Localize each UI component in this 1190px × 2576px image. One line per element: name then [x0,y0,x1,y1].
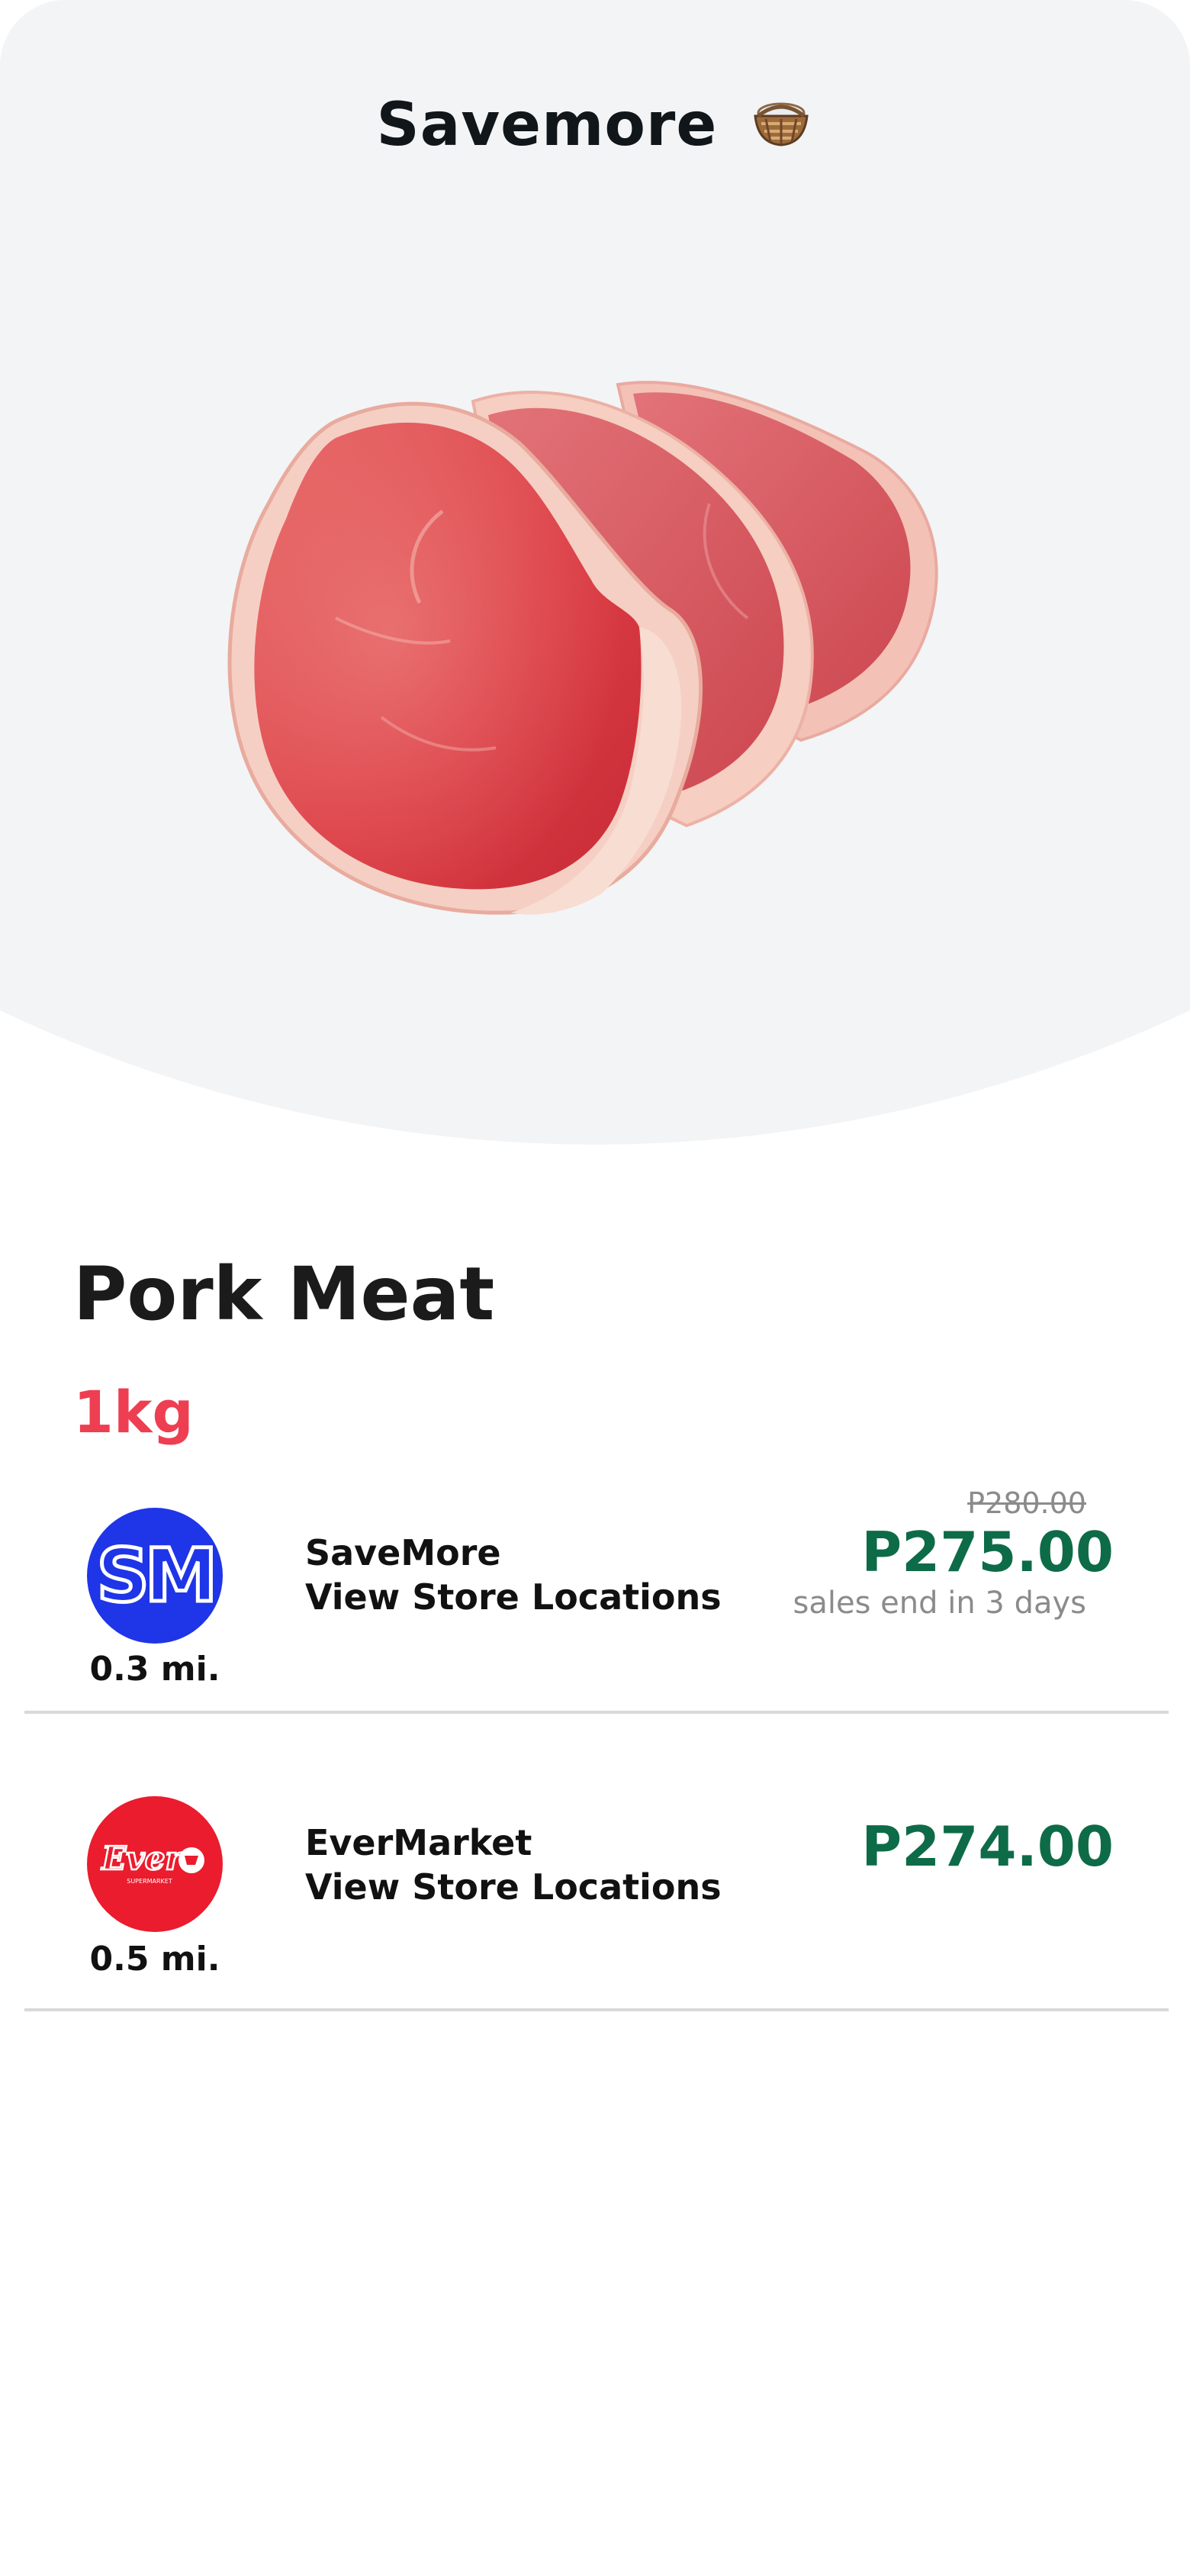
view-store-locations-link[interactable]: View Store Locations [305,1575,722,1619]
product-name: Pork Meat [73,1251,495,1337]
sm-logo-text: SM [97,1533,214,1618]
store-name: EverMarket [305,1822,532,1863]
store-distance: 0.3 mi. [89,1650,220,1689]
basket-icon [749,90,813,166]
store-price: P274.00 [861,1814,1114,1879]
ever-logo: Ever SUPERMARKET [87,1796,223,1932]
store-info: EverMarket View Store Locations [305,1821,722,1909]
store-price: P275.00 [861,1520,1114,1584]
sale-end-note: sales end in 3 days [793,1586,1086,1621]
store-row-savemore[interactable]: SM 0.3 mi. SaveMore View Store Locations… [24,1471,1169,1714]
pork-meat-image [221,359,969,954]
original-price: P280.00 [967,1486,1086,1520]
store-name: SaveMore [305,1532,501,1573]
view-store-locations-link[interactable]: View Store Locations [305,1865,722,1909]
page-title: Savemore [0,90,1190,166]
store-row-evermarket[interactable]: Ever SUPERMARKET 0.5 mi. EverMarket View… [24,1766,1169,2011]
sm-logo: SM [87,1508,223,1644]
page-title-text: Savemore [376,91,718,159]
product-detail-screen: Savemore Pork Meat 1kg SM 0.3 mi. SaveMo… [0,0,1190,2576]
store-info: SaveMore View Store Locations [305,1531,722,1619]
product-weight: 1kg [73,1378,194,1446]
store-distance: 0.5 mi. [89,1940,220,1979]
ever-logo-text: Ever [101,1840,184,1877]
ever-logo-subtext: SUPERMARKET [127,1878,172,1885]
